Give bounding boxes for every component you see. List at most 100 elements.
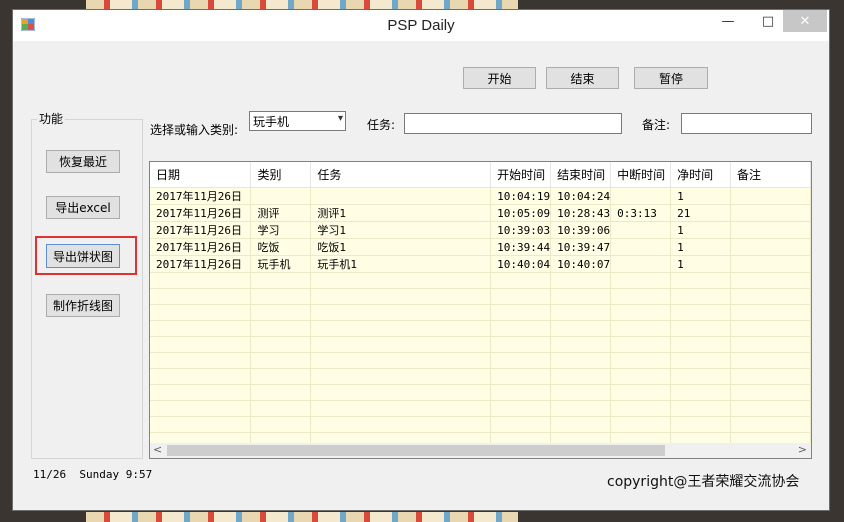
table-row[interactable]: 2017年11月26日 10:04:19 10:04:24 1 (150, 187, 811, 205)
table-cell[interactable] (730, 352, 811, 369)
table-cell[interactable] (150, 352, 252, 369)
table-cell[interactable] (730, 255, 811, 273)
table-cell[interactable] (550, 352, 612, 369)
table-cell[interactable]: 测评1 (310, 204, 492, 222)
table-cell[interactable]: 2017年11月26日 (150, 187, 252, 205)
table-cell[interactable]: 10:28:43 (550, 204, 612, 222)
table-cell[interactable] (490, 304, 552, 321)
table-cell[interactable] (610, 416, 672, 433)
table-cell[interactable] (310, 187, 492, 205)
column-header[interactable]: 备注 (730, 162, 811, 188)
table-cell[interactable] (310, 272, 492, 289)
table-cell[interactable] (730, 368, 811, 385)
table-cell[interactable] (670, 288, 732, 305)
table-cell[interactable]: 10:40:04 (490, 255, 552, 273)
table-cell[interactable] (610, 368, 672, 385)
table-cell[interactable]: 学习1 (310, 221, 492, 239)
table-cell[interactable]: 2017年11月26日 (150, 255, 252, 273)
table-cell[interactable] (310, 384, 492, 401)
table-cell[interactable] (610, 304, 672, 321)
empty-row[interactable] (150, 416, 811, 433)
table-cell[interactable] (310, 288, 492, 305)
table-cell[interactable] (730, 336, 811, 353)
table-cell[interactable] (310, 400, 492, 417)
table-cell[interactable] (670, 400, 732, 417)
table-cell[interactable] (550, 384, 612, 401)
chevron-right-icon[interactable]: > (798, 443, 807, 456)
table-cell[interactable] (250, 384, 312, 401)
table-cell[interactable]: 10:05:09 (490, 204, 552, 222)
column-header[interactable]: 任务 (310, 162, 492, 188)
table-cell[interactable] (250, 352, 312, 369)
export-pie-chart-button[interactable]: 导出饼状图 (46, 244, 120, 268)
table-cell[interactable] (550, 336, 612, 353)
scrollbar-thumb[interactable] (167, 445, 665, 456)
chevron-left-icon[interactable]: < (153, 443, 162, 456)
column-header[interactable]: 日期 (150, 162, 252, 188)
empty-row[interactable] (150, 368, 811, 385)
table-cell[interactable] (250, 416, 312, 433)
empty-row[interactable] (150, 384, 811, 401)
close-button[interactable]: ✕ (783, 10, 827, 32)
maximize-button[interactable]: □ (751, 10, 785, 32)
table-cell[interactable]: 玩手机 (250, 255, 312, 273)
table-cell[interactable] (730, 187, 811, 205)
table-cell[interactable] (310, 320, 492, 337)
table-cell[interactable] (490, 336, 552, 353)
table-cell[interactable]: 测评 (250, 204, 312, 222)
table-cell[interactable] (550, 288, 612, 305)
table-cell[interactable] (310, 416, 492, 433)
table-cell[interactable] (550, 416, 612, 433)
table-cell[interactable] (670, 320, 732, 337)
table-cell[interactable] (310, 352, 492, 369)
table-cell[interactable] (490, 416, 552, 433)
export-excel-button[interactable]: 导出excel (46, 196, 120, 219)
table-cell[interactable] (730, 221, 811, 239)
table-cell[interactable] (150, 320, 252, 337)
minimize-button[interactable]: — (711, 10, 745, 32)
table-cell[interactable]: 10:04:24 (550, 187, 612, 205)
table-row[interactable]: 2017年11月26日 玩手机 玩手机1 10:40:04 10:40:07 1 (150, 255, 811, 273)
table-cell[interactable]: 吃饭1 (310, 238, 492, 256)
horizontal-scrollbar[interactable]: < > (150, 443, 811, 458)
table-cell[interactable] (310, 304, 492, 321)
table-cell[interactable] (250, 288, 312, 305)
table-cell[interactable]: 1 (670, 238, 732, 256)
table-cell[interactable] (550, 272, 612, 289)
table-cell[interactable] (610, 336, 672, 353)
category-combobox[interactable]: 玩手机 ▾ (249, 111, 346, 131)
table-cell[interactable]: 玩手机1 (310, 255, 492, 273)
column-header[interactable]: 净时间 (670, 162, 732, 188)
empty-row[interactable] (150, 336, 811, 353)
table-cell[interactable]: 吃饭 (250, 238, 312, 256)
table-cell[interactable] (670, 368, 732, 385)
table-cell[interactable] (250, 320, 312, 337)
table-cell[interactable] (670, 352, 732, 369)
table-cell[interactable] (150, 288, 252, 305)
empty-row[interactable] (150, 304, 811, 321)
table-cell[interactable] (610, 288, 672, 305)
table-cell[interactable] (730, 320, 811, 337)
table-cell[interactable] (670, 384, 732, 401)
table-cell[interactable] (730, 384, 811, 401)
table-cell[interactable]: 10:39:03 (490, 221, 552, 239)
table-cell[interactable]: 0:3:13 (610, 204, 672, 222)
table-cell[interactable]: 学习 (250, 221, 312, 239)
table-cell[interactable]: 1 (670, 255, 732, 273)
table-cell[interactable] (610, 238, 672, 256)
table-cell[interactable] (610, 352, 672, 369)
table-cell[interactable] (550, 400, 612, 417)
table-cell[interactable] (250, 304, 312, 321)
empty-row[interactable] (150, 352, 811, 369)
table-cell[interactable] (730, 272, 811, 289)
title-bar[interactable]: PSP Daily — □ ✕ (13, 10, 829, 41)
empty-row[interactable] (150, 400, 811, 417)
empty-row[interactable] (150, 288, 811, 305)
table-cell[interactable] (730, 288, 811, 305)
table-cell[interactable] (610, 320, 672, 337)
table-cell[interactable] (150, 304, 252, 321)
table-cell[interactable] (150, 384, 252, 401)
table-cell[interactable] (150, 416, 252, 433)
table-cell[interactable] (150, 272, 252, 289)
column-header[interactable]: 类别 (250, 162, 312, 188)
